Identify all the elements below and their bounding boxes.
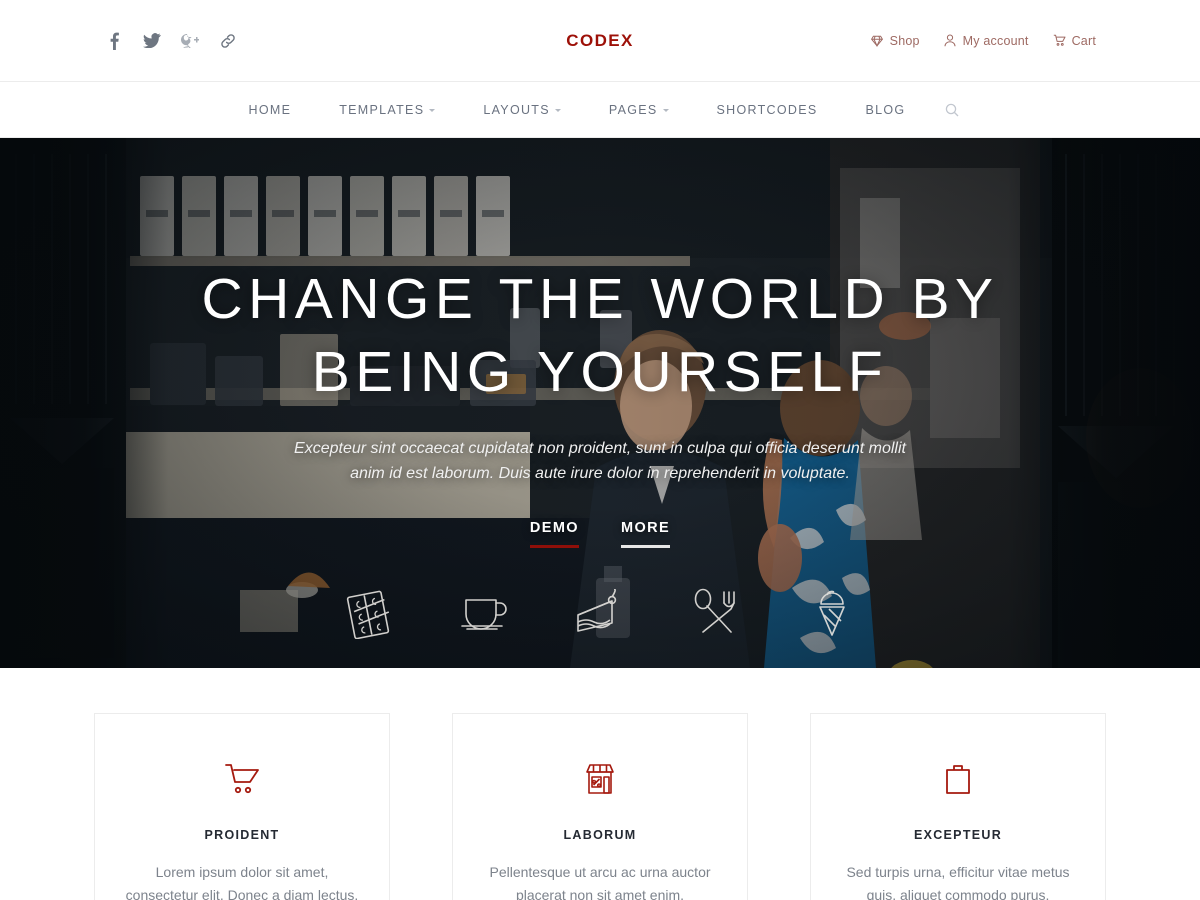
feature-cards: PROIDENT Lorem ipsum dolor sit amet, con…: [0, 668, 1200, 900]
hero-banner: CHANGE THE WORLD BY BEING YOURSELF Excep…: [0, 138, 1200, 668]
fork-spoon-icon: [687, 584, 745, 642]
coffee-cup-icon: [455, 584, 513, 642]
nav-item-layouts[interactable]: LAYOUTS: [459, 103, 585, 117]
top-bar: CODEX Shop My account Cart: [0, 0, 1200, 82]
social-links: [104, 0, 238, 81]
cart-icon: [1053, 34, 1066, 48]
hero-title-line-2: BEING YOURSELF: [311, 339, 889, 404]
hero-icon-row: [0, 584, 1200, 642]
cart-link[interactable]: Cart: [1053, 34, 1096, 48]
shopping-cart-icon: [121, 758, 363, 800]
feature-card-text: Lorem ipsum dolor sit amet, consectetur …: [125, 864, 359, 900]
feature-card-proident: PROIDENT Lorem ipsum dolor sit amet, con…: [94, 713, 390, 900]
hero-title: CHANGE THE WORLD BY BEING YOURSELF: [150, 263, 1050, 409]
chevron-down-icon: [429, 109, 436, 112]
chocolate-bar-icon: [339, 584, 397, 642]
my-account-link[interactable]: My account: [944, 34, 1029, 48]
demo-button[interactable]: DEMO: [529, 520, 579, 548]
ice-cream-icon: [803, 584, 861, 642]
nav-item-blog-label: BLOG: [865, 102, 906, 117]
nav-item-home-label: HOME: [248, 102, 292, 117]
chevron-down-icon: [554, 109, 561, 112]
nav-item-templates[interactable]: TEMPLATES: [315, 103, 459, 117]
cake-slice-icon: [571, 584, 629, 642]
top-utility-links: Shop My account Cart: [871, 0, 1096, 81]
twitter-icon[interactable]: [142, 30, 162, 52]
search-icon[interactable]: [929, 103, 975, 117]
cart-link-label: Cart: [1071, 33, 1096, 48]
feature-card-title: LABORUM: [563, 828, 637, 842]
nav-item-blog[interactable]: BLOG: [842, 103, 930, 117]
main-navigation: HOME TEMPLATES LAYOUTS PAGES SHORTCODES …: [0, 82, 1200, 138]
feature-card-text: Pellentesque ut arcu ac urna auctor plac…: [489, 864, 711, 900]
shop-link[interactable]: Shop: [871, 34, 920, 48]
diamond-icon: [871, 34, 884, 48]
shopping-bag-icon: [837, 758, 1079, 800]
nav-item-shortcodes[interactable]: SHORTCODES: [693, 103, 842, 117]
google-plus-icon[interactable]: [180, 30, 200, 52]
feature-card-title: EXCEPTEUR: [913, 828, 1003, 842]
nav-item-shortcodes-label: SHORTCODES: [716, 102, 818, 117]
feature-card-laborum: LABORUM Pellentesque ut arcu ac urna auc…: [452, 713, 748, 900]
chevron-down-icon: [662, 109, 669, 112]
hero-title-line-1: CHANGE THE WORLD BY: [201, 267, 999, 331]
facebook-icon[interactable]: [104, 30, 124, 52]
nav-item-layouts-label: LAYOUTS: [483, 102, 550, 117]
nav-item-templates-label: TEMPLATES: [339, 102, 425, 117]
feature-card-title: PROIDENT: [204, 828, 280, 842]
brand-name[interactable]: CODEX: [566, 31, 633, 51]
feature-card-text: Sed turpis urna, efficitur vitae metus q…: [846, 864, 1070, 900]
hero-button-group: DEMO MORE: [529, 520, 671, 548]
nav-item-pages[interactable]: PAGES: [585, 103, 693, 117]
nav-item-home[interactable]: HOME: [225, 103, 316, 117]
feature-card-excepteur: EXCEPTEUR Sed turpis urna, efficitur vit…: [810, 713, 1106, 900]
link-icon[interactable]: [218, 30, 238, 52]
shop-link-label: Shop: [889, 33, 920, 48]
hero-subtitle: Excepteur sint occaecat cupidatat non pr…: [294, 439, 906, 482]
my-account-link-label: My account: [962, 33, 1029, 48]
more-button[interactable]: MORE: [621, 520, 671, 548]
nav-item-pages-label: PAGES: [608, 102, 658, 117]
storefront-icon: [479, 758, 721, 800]
user-icon: [944, 34, 957, 48]
